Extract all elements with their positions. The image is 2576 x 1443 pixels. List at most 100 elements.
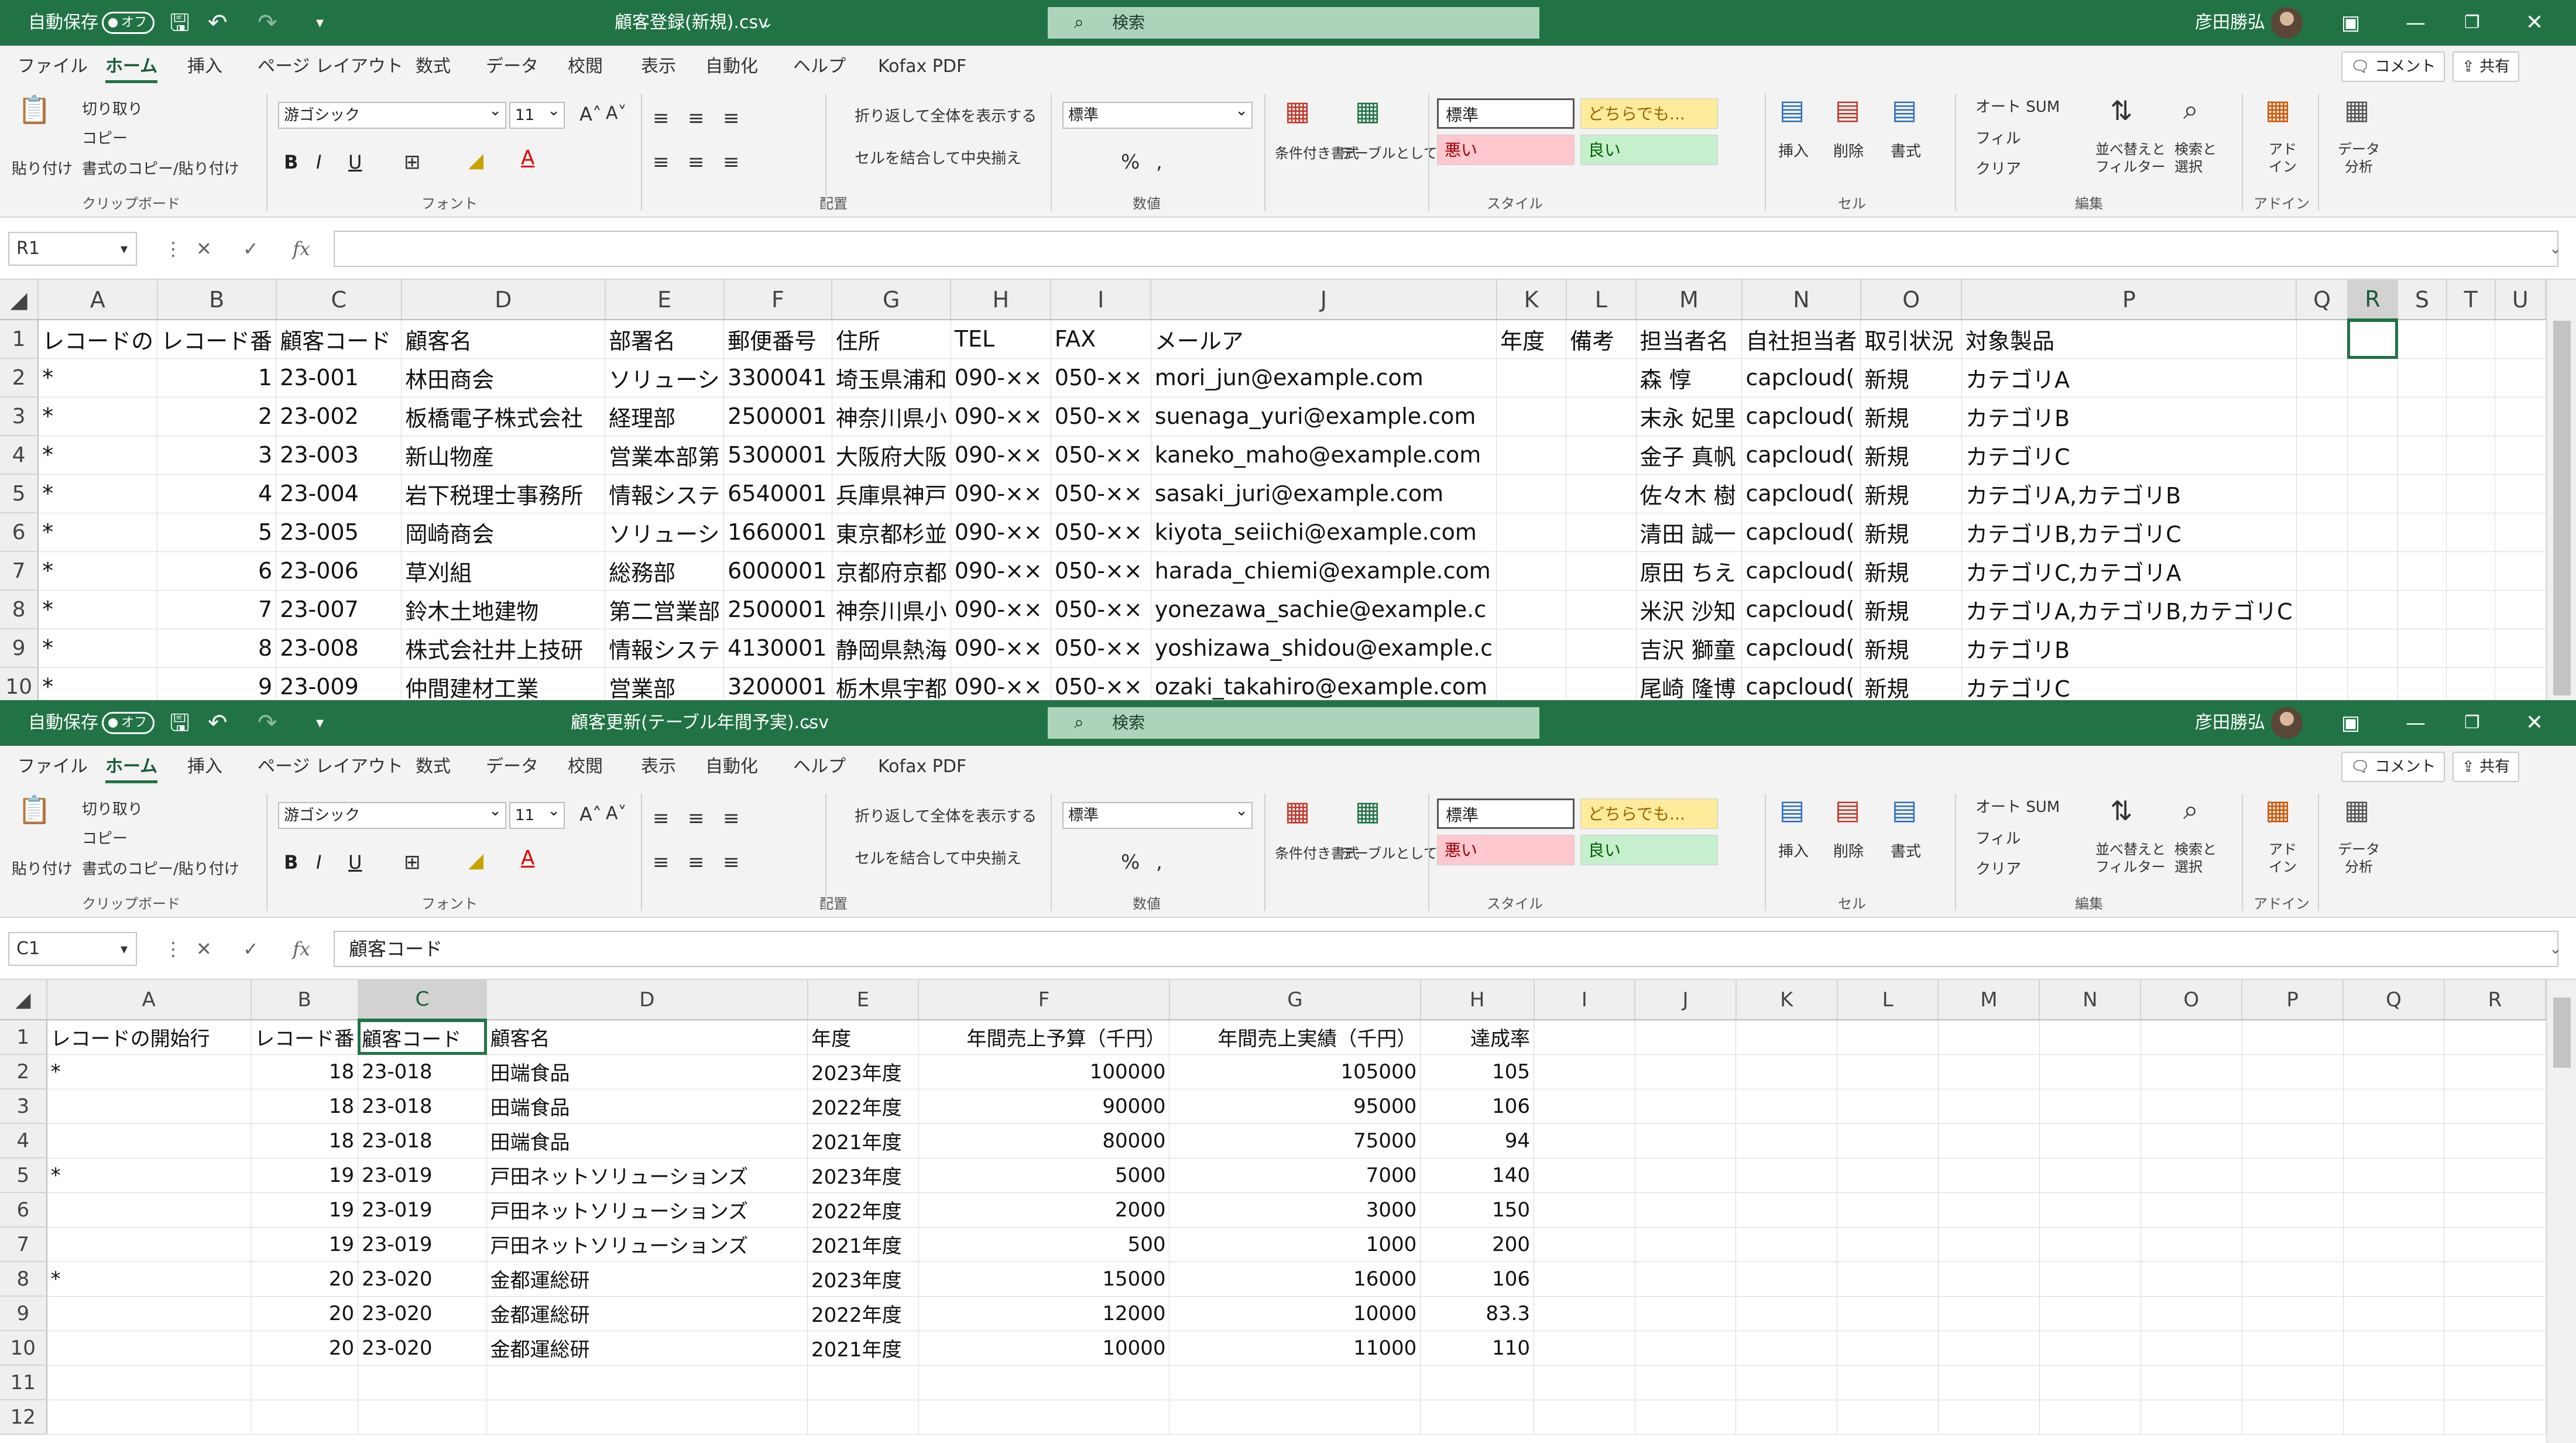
cut-button[interactable]: 切り取り [82,797,143,819]
cell-K10[interactable] [1735,1331,1838,1366]
cell-Q9[interactable] [2296,629,2348,668]
cell-N2[interactable] [2039,1054,2141,1089]
cell-A7[interactable] [46,1227,252,1262]
share-button[interactable]: ⇪ 共有 [2452,752,2520,782]
delete-cells-button[interactable]: 削除 [1833,139,1864,161]
cell-Q12[interactable] [2343,1400,2445,1435]
cell-N10[interactable]: capcloud( [1741,667,1861,700]
cell-F4[interactable]: 5300001 [723,436,832,475]
cell-J2[interactable]: mori_jun@example.com [1151,358,1497,397]
column-header-H[interactable]: H [1420,980,1535,1020]
cell-D12[interactable] [486,1400,808,1435]
cell-E6[interactable]: ソリューシ [605,513,725,552]
cell-K3[interactable] [1496,397,1567,436]
cell-P7[interactable]: カテゴリC,カテゴリA [1961,551,2297,591]
cell-J6[interactable]: kiyota_seiichi@example.com [1151,513,1497,552]
cell-I2[interactable]: 050-×× [1051,358,1151,397]
cell-K4[interactable] [1735,1123,1838,1158]
format-cells-icon[interactable]: ▤ [1892,794,1917,825]
avatar[interactable] [2271,7,2303,39]
format-cells-icon[interactable]: ▤ [1892,94,1917,125]
row-header[interactable]: 1 [0,320,39,359]
cell-F3[interactable]: 90000 [918,1089,1170,1124]
conditional-format-icon[interactable]: ▦ [1285,795,1310,827]
cell-B11[interactable] [251,1365,359,1400]
column-header-N[interactable]: N [2039,980,2142,1020]
column-header-K[interactable]: K [1735,980,1838,1020]
cell-L9[interactable] [1566,629,1637,668]
sort-filter-icon[interactable]: ⇅ [2110,95,2133,126]
cell-F2[interactable]: 100000 [918,1054,1170,1089]
cell-M12[interactable] [1938,1400,2040,1435]
cell-P6[interactable] [2242,1192,2344,1228]
cell-D6[interactable]: 戸田ネットソリューションズ [486,1192,808,1228]
cell-O12[interactable] [2141,1400,2242,1435]
expand-formula-icon[interactable]: ⌄ [2549,932,2562,966]
style-normal[interactable]: 標準 [1437,798,1575,829]
cell-R1[interactable] [2347,319,2399,359]
format-table-icon[interactable]: ▦ [1355,95,1380,126]
formula-input[interactable] [334,231,2558,267]
cell-H2[interactable]: 090-×× [951,358,1051,397]
comma-icon[interactable]: , [1156,844,1162,875]
cell-Q8[interactable] [2343,1262,2445,1297]
cell-D10[interactable]: 金都運総研 [486,1331,808,1366]
cell-C6[interactable]: 23-005 [276,513,402,552]
row-header[interactable]: 9 [0,1296,47,1331]
cell-O7[interactable]: 新規 [1860,551,1962,591]
cell-R7[interactable] [2347,551,2398,591]
cell-G1[interactable]: 住所 [832,320,951,359]
cell-K1[interactable]: 年度 [1496,320,1567,359]
cell-Q4[interactable] [2296,436,2348,475]
cell-D5[interactable]: 岩下税理士事務所 [401,474,606,513]
cell-O6[interactable] [2141,1192,2242,1228]
cell-G2[interactable]: 105000 [1169,1054,1421,1089]
column-header-L[interactable]: L [1566,280,1637,320]
cell-M9[interactable]: 吉沢 獅童 [1636,629,1743,668]
tab-home[interactable]: ホーム [105,46,158,88]
cell-F8[interactable]: 2500001 [723,590,832,629]
select-all-corner[interactable]: ◢ [0,980,47,1020]
autosum-button[interactable]: オート SUM [1975,95,2060,116]
cell-L2[interactable] [1837,1054,1939,1089]
cell-K10[interactable] [1496,667,1567,700]
cell-B2[interactable]: 18 [251,1054,359,1089]
cell-O9[interactable]: 新規 [1860,629,1962,668]
cell-C7[interactable]: 23-019 [358,1227,487,1262]
cell-O1[interactable] [2141,1020,2242,1055]
cell-K9[interactable] [1735,1296,1838,1331]
cell-I9[interactable]: 050-×× [1051,629,1151,668]
cell-L3[interactable] [1837,1089,1939,1124]
cell-L6[interactable] [1566,513,1637,552]
addin-button[interactable]: アド イン [2265,841,2300,876]
cell-L1[interactable]: 備考 [1566,320,1637,359]
cell-P2[interactable] [2242,1054,2344,1089]
column-header-C[interactable]: C [276,280,402,320]
cell-N6[interactable] [2039,1192,2141,1228]
cell-E5[interactable]: 情報システ [605,474,725,513]
cell-N1[interactable] [2039,1020,2141,1055]
style-good[interactable]: 良い [1580,135,1718,165]
number-format-select[interactable]: 標準 [1062,798,1253,829]
cell-R9[interactable] [2444,1296,2546,1331]
cell-J10[interactable]: ozaki_takahiro@example.com [1151,667,1497,700]
cell-O5[interactable] [2141,1158,2242,1193]
cell-O8[interactable]: 新規 [1860,590,1962,629]
tab-item[interactable]: ページ レイアウト [258,746,403,788]
cell-L8[interactable] [1837,1262,1939,1297]
cell-K1[interactable] [1735,1020,1838,1055]
cell-J5[interactable] [1635,1158,1737,1193]
cell-E6[interactable]: 2022年度 [807,1192,919,1228]
format-cells-button[interactable]: 書式 [1891,139,1921,161]
cell-A8[interactable]: * [46,1262,252,1297]
cell-Q2[interactable] [2343,1054,2445,1089]
cell-C10[interactable]: 23-020 [358,1331,487,1366]
tab-item[interactable]: 自動化 [705,46,758,88]
tab-home[interactable]: ホーム [105,746,158,788]
cell-Q8[interactable] [2296,590,2348,629]
cell-B12[interactable] [251,1400,359,1435]
cell-C8[interactable]: 23-020 [358,1262,487,1297]
cell-N8[interactable]: capcloud( [1741,590,1861,629]
cell-C5[interactable]: 23-019 [358,1158,487,1193]
tab-item[interactable]: 自動化 [705,746,758,788]
